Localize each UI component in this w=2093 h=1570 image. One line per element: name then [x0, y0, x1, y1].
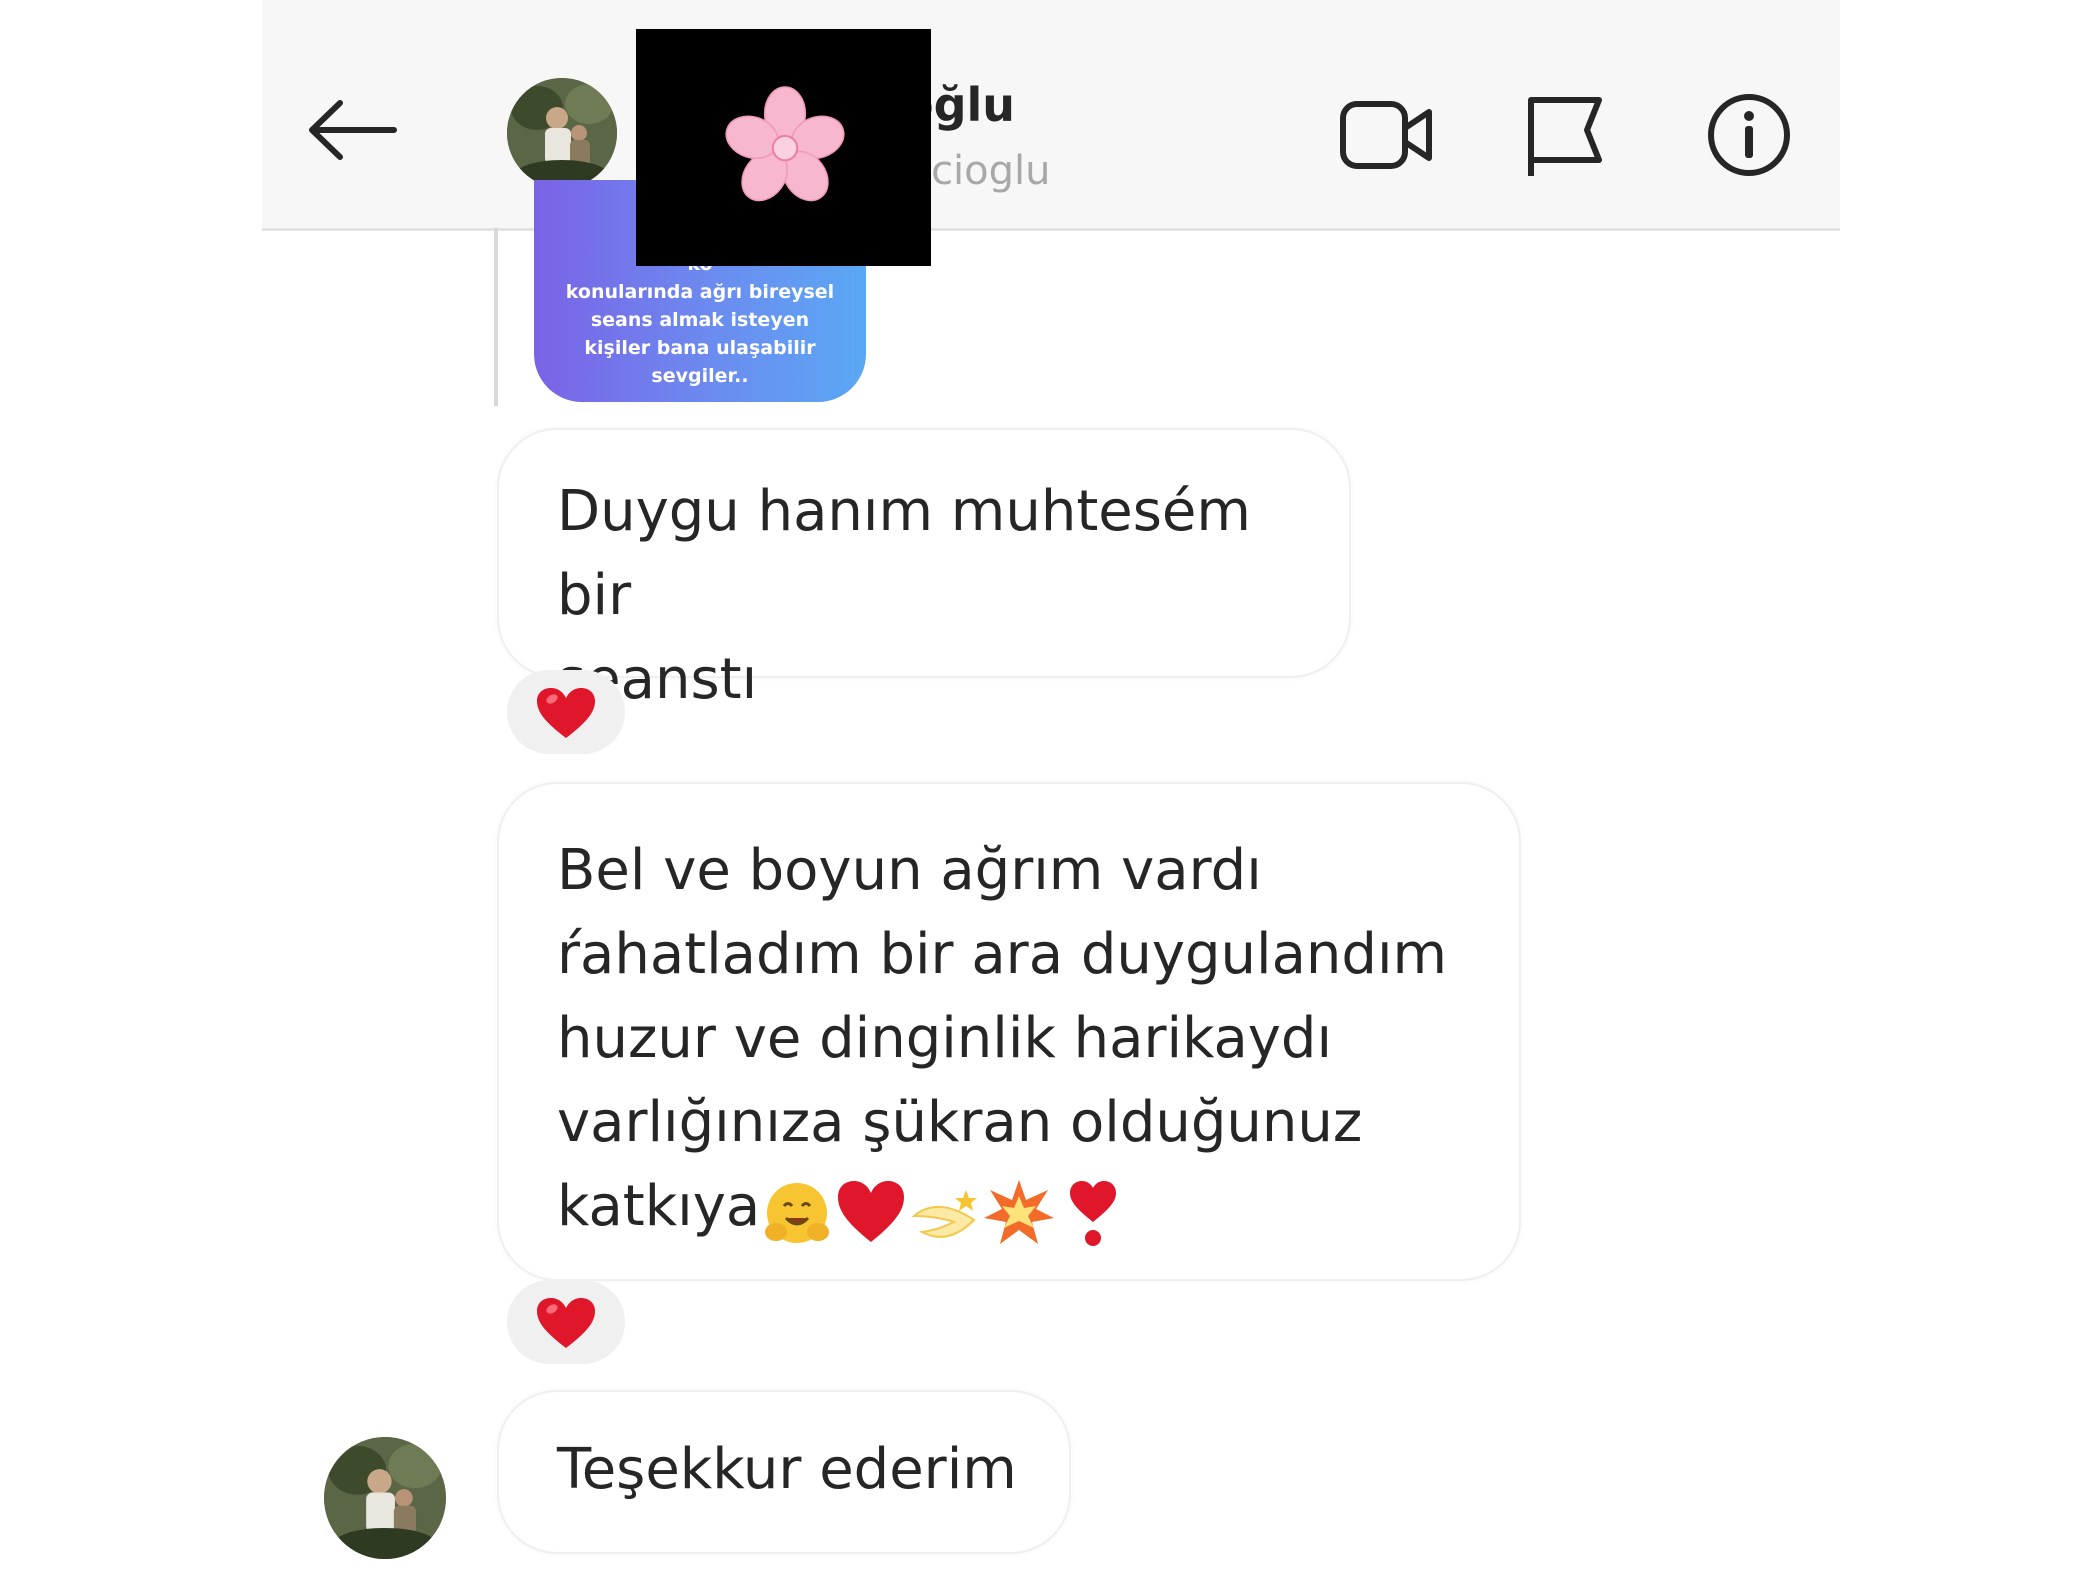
cherry-blossom-icon — [725, 86, 845, 202]
sender-avatar[interactable] — [324, 1437, 446, 1559]
reply-thread-line — [494, 228, 498, 406]
story-text: ko konularında ağrı bireysel seans almak… — [565, 253, 835, 387]
report-button[interactable] — [1517, 90, 1617, 180]
message-bubble[interactable]: Bel ve boyun ağrım vardı ŕahatladım bir … — [497, 782, 1521, 1281]
red-heart-icon — [537, 688, 595, 738]
heart-exclamation-icon — [1070, 1180, 1117, 1246]
message-text: Bel ve boyun ağrım vardı ŕahatladım bir … — [557, 829, 1497, 1252]
back-button[interactable] — [302, 95, 402, 165]
arrow-left-icon — [309, 100, 397, 160]
collision-icon — [984, 1179, 1055, 1244]
message-bubble[interactable]: Teşekkur ederim — [497, 1390, 1071, 1554]
info-button[interactable] — [1699, 90, 1799, 180]
hugging-face-icon — [765, 1182, 830, 1243]
dm-thread-screen: oğlu ftcioglu konularında ağrı bireysel … — [262, 0, 1840, 1570]
avatar[interactable] — [507, 78, 617, 188]
message-bubble[interactable]: Duygu hanım muhtesém bir seanstı — [497, 428, 1351, 712]
emoji-group — [760, 1168, 1130, 1252]
info-icon — [1708, 94, 1790, 176]
message-text: Teşekkur ederim — [557, 1437, 1017, 1502]
profile-photo — [324, 1437, 446, 1559]
message-text: Duygu hanım muhtesém bir seanstı — [557, 479, 1251, 712]
video-camera-icon — [1340, 101, 1432, 169]
dizzy-icon — [911, 1189, 978, 1238]
message-reaction[interactable] — [507, 670, 625, 754]
profile-photo — [507, 78, 617, 188]
chat-header: oğlu ftcioglu — [262, 0, 1840, 231]
message-reaction[interactable] — [507, 1280, 625, 1364]
red-heart-icon — [838, 1180, 905, 1242]
flag-icon — [1528, 97, 1602, 176]
video-call-button[interactable] — [1337, 90, 1437, 180]
redaction-box — [636, 29, 931, 266]
red-heart-icon — [537, 1298, 595, 1348]
